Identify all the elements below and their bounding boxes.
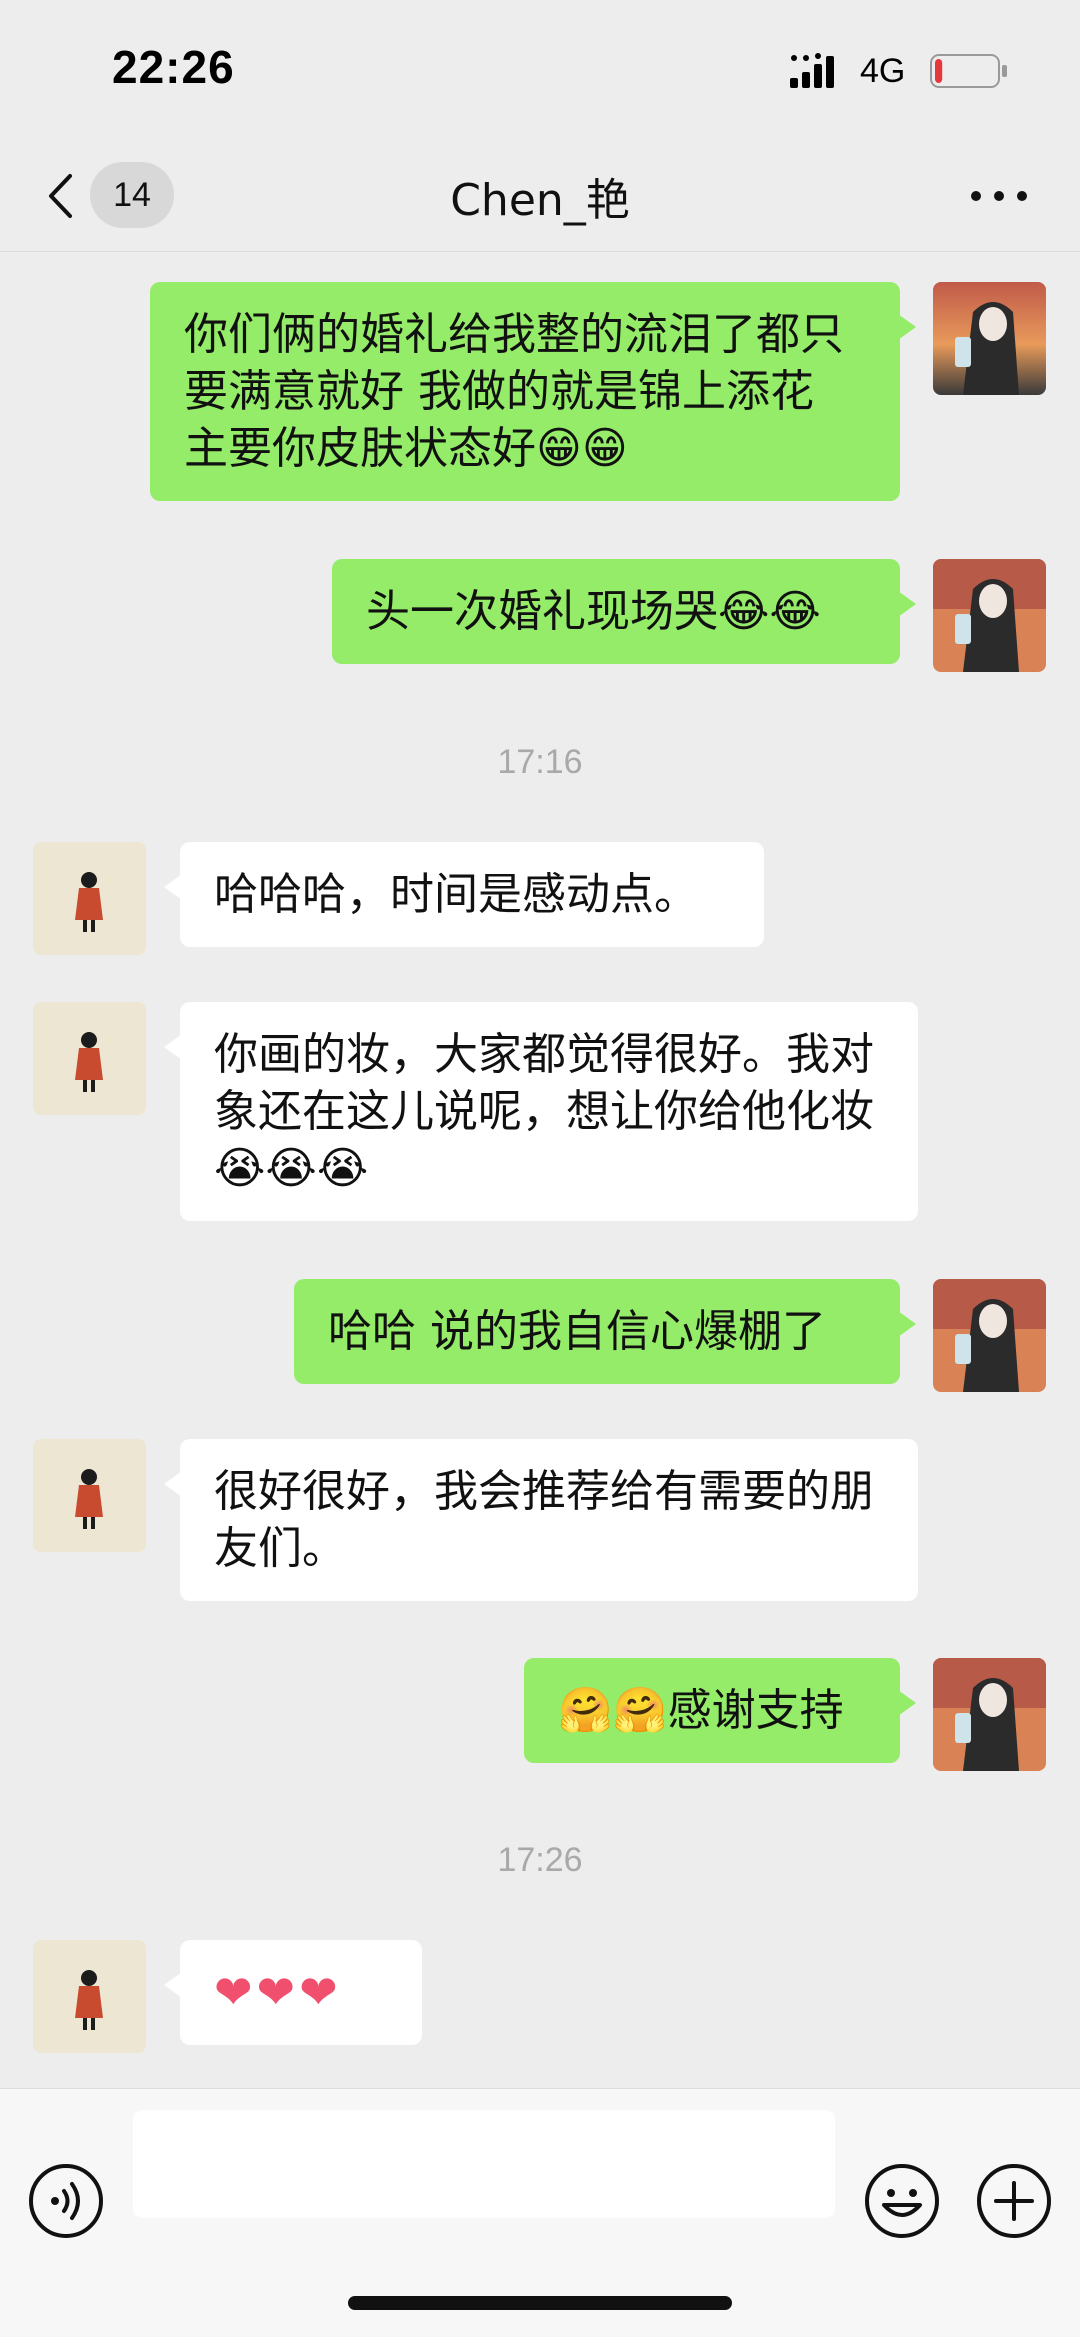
message-timestamp: 17:26	[497, 1841, 583, 1879]
contact-avatar[interactable]	[33, 1002, 146, 1115]
back-button[interactable]: 14	[36, 162, 186, 228]
status-time: 22:26	[112, 41, 235, 93]
message-bubble-received[interactable]: ❤❤❤	[164, 1940, 422, 2045]
my-avatar[interactable]	[933, 559, 1046, 672]
my-avatar[interactable]	[933, 1279, 1046, 1392]
message-bubble-received[interactable]: 哈哈哈，时间是感动点。	[164, 842, 764, 947]
message-bubble-sent[interactable]: 头一次婚礼现场哭😂😂	[332, 559, 916, 664]
message-bubble-received[interactable]: 你画的妆，大家都觉得很好。我对象还在这儿说呢，想让你给他化妆😭😭😭	[164, 1002, 918, 1221]
plus-icon[interactable]	[976, 2163, 1052, 2239]
message-bubble-sent[interactable]: 你们俩的婚礼给我整的流泪了都只要满意就好 我做的就是锦上添花 主要你皮肤状态好😁…	[150, 282, 916, 501]
contact-avatar[interactable]	[33, 842, 146, 955]
signal-icon	[790, 53, 834, 88]
message-bubble-received[interactable]: 很好很好，我会推荐给有需要的朋友们。	[164, 1439, 918, 1601]
message-list[interactable]: 你们俩的婚礼给我整的流泪了都只要满意就好 我做的就是锦上添花 主要你皮肤状态好😁…	[0, 253, 1080, 2088]
network-label: 4G	[860, 52, 906, 90]
chevron-left-icon	[49, 174, 72, 218]
voice-icon[interactable]	[28, 2163, 104, 2239]
more-dots-icon[interactable]	[966, 178, 1032, 214]
emoji-icon[interactable]	[864, 2163, 940, 2239]
battery-icon	[930, 54, 1007, 88]
message-bubble-sent[interactable]: 🤗🤗感谢支持	[524, 1658, 916, 1763]
message-bubble-sent[interactable]: 哈哈 说的我自信心爆棚了	[294, 1279, 916, 1384]
my-avatar[interactable]	[933, 282, 1046, 395]
message-timestamp: 17:16	[497, 743, 583, 781]
my-avatar[interactable]	[933, 1658, 1046, 1771]
message-input[interactable]	[133, 2110, 835, 2218]
contact-avatar[interactable]	[33, 1940, 146, 2053]
contact-avatar[interactable]	[33, 1439, 146, 1552]
status-bar: 22:26 4G	[0, 0, 1080, 140]
home-indicator	[348, 2296, 732, 2310]
chat-header: 14 Chen_艳	[0, 140, 1080, 252]
chat-title: Chen_艳	[450, 175, 630, 226]
unread-count-badge: 14	[90, 162, 174, 228]
